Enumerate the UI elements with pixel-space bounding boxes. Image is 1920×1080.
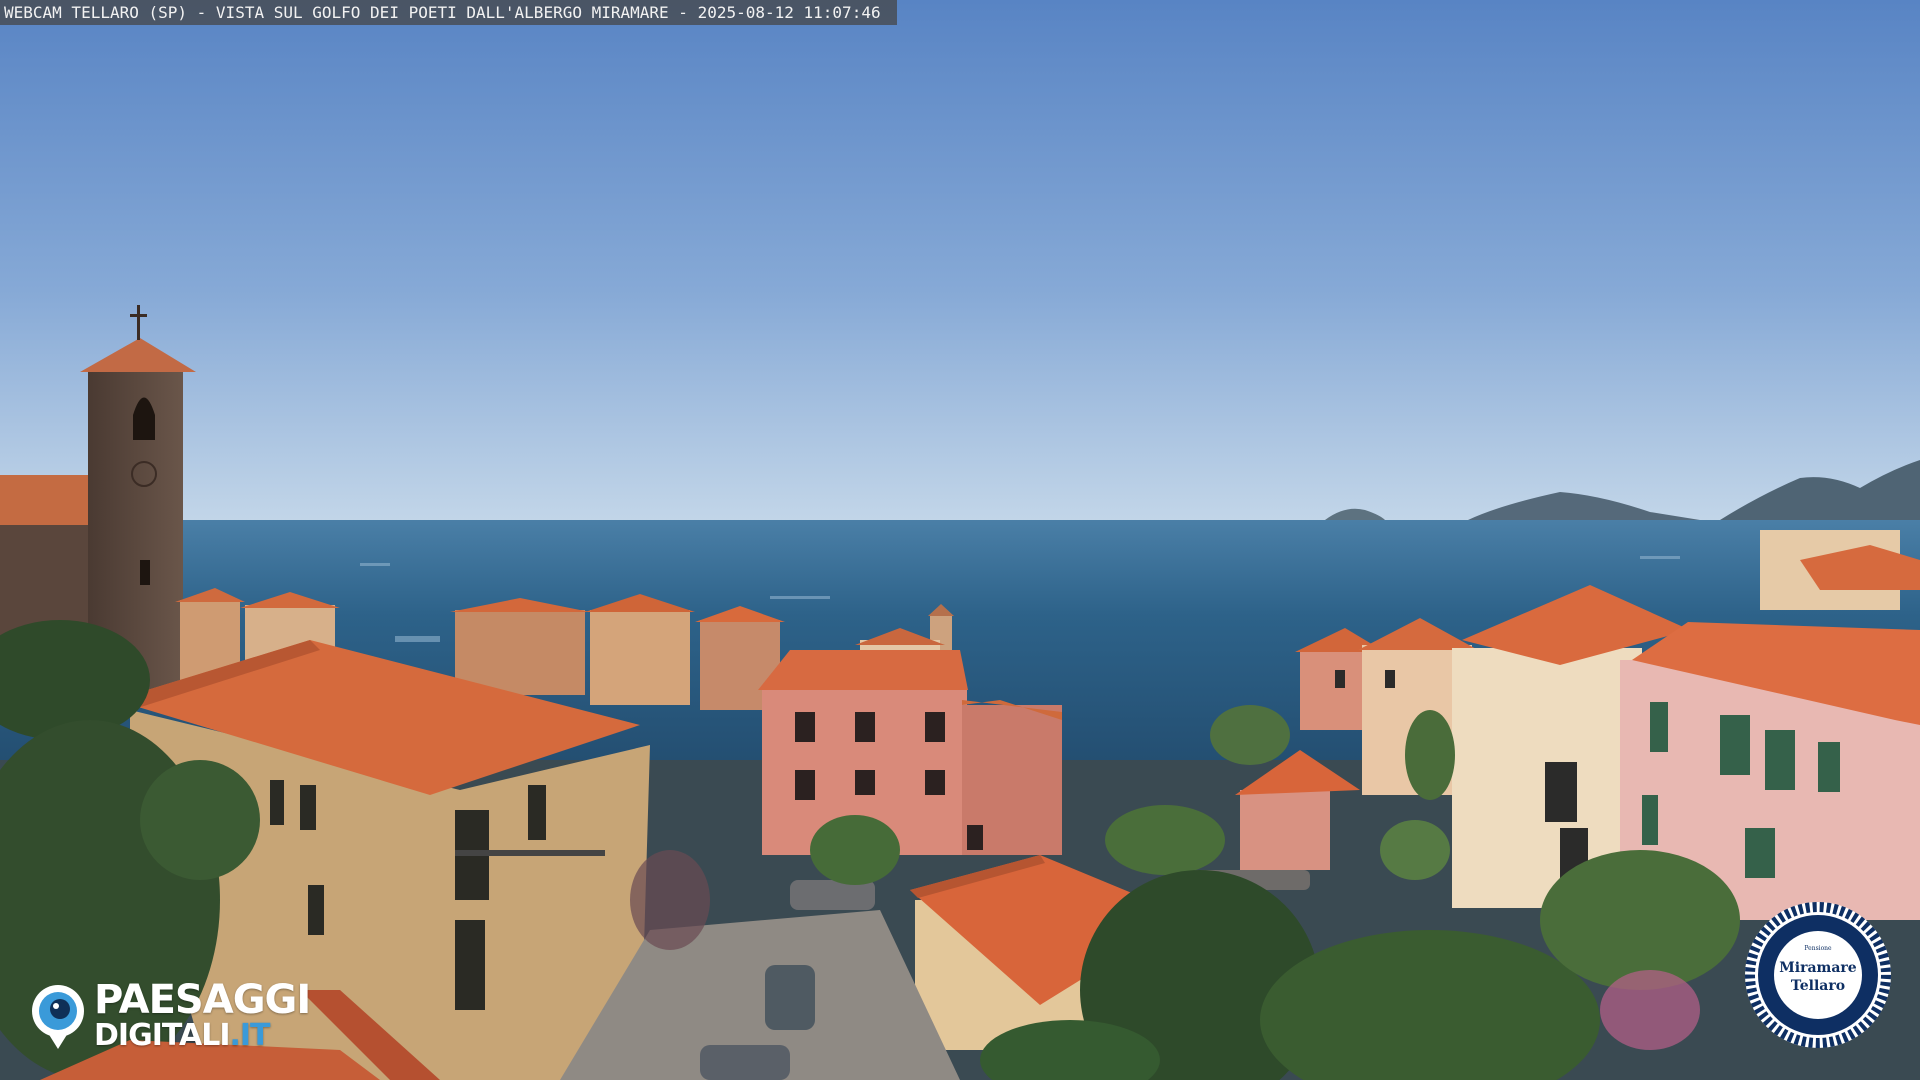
webcam-caption: WEBCAM TELLARO (SP) - VISTA SUL GOLFO DE… — [0, 0, 897, 25]
eye-logo-icon — [32, 985, 84, 1049]
seal-small-top: Pensione — [1804, 945, 1832, 952]
brand-name-tld: .IT — [229, 1018, 270, 1053]
seal-name-line2: Tellaro — [1791, 978, 1845, 994]
miramare-tellaro-seal: Pensione Miramare Tellaro — [1745, 902, 1891, 1048]
brand-name-line2: DIGITALI.IT — [94, 1020, 310, 1052]
brand-name-line1: PAESAGGI — [94, 977, 311, 1023]
brand-logo: PAESAGGI DIGITALI.IT — [28, 977, 311, 1052]
sky — [0, 0, 1920, 528]
brand-name-main: DIGITALI — [94, 1018, 230, 1053]
webcam-scene — [0, 0, 1920, 1080]
seal-name-line1: Miramare — [1779, 960, 1857, 976]
